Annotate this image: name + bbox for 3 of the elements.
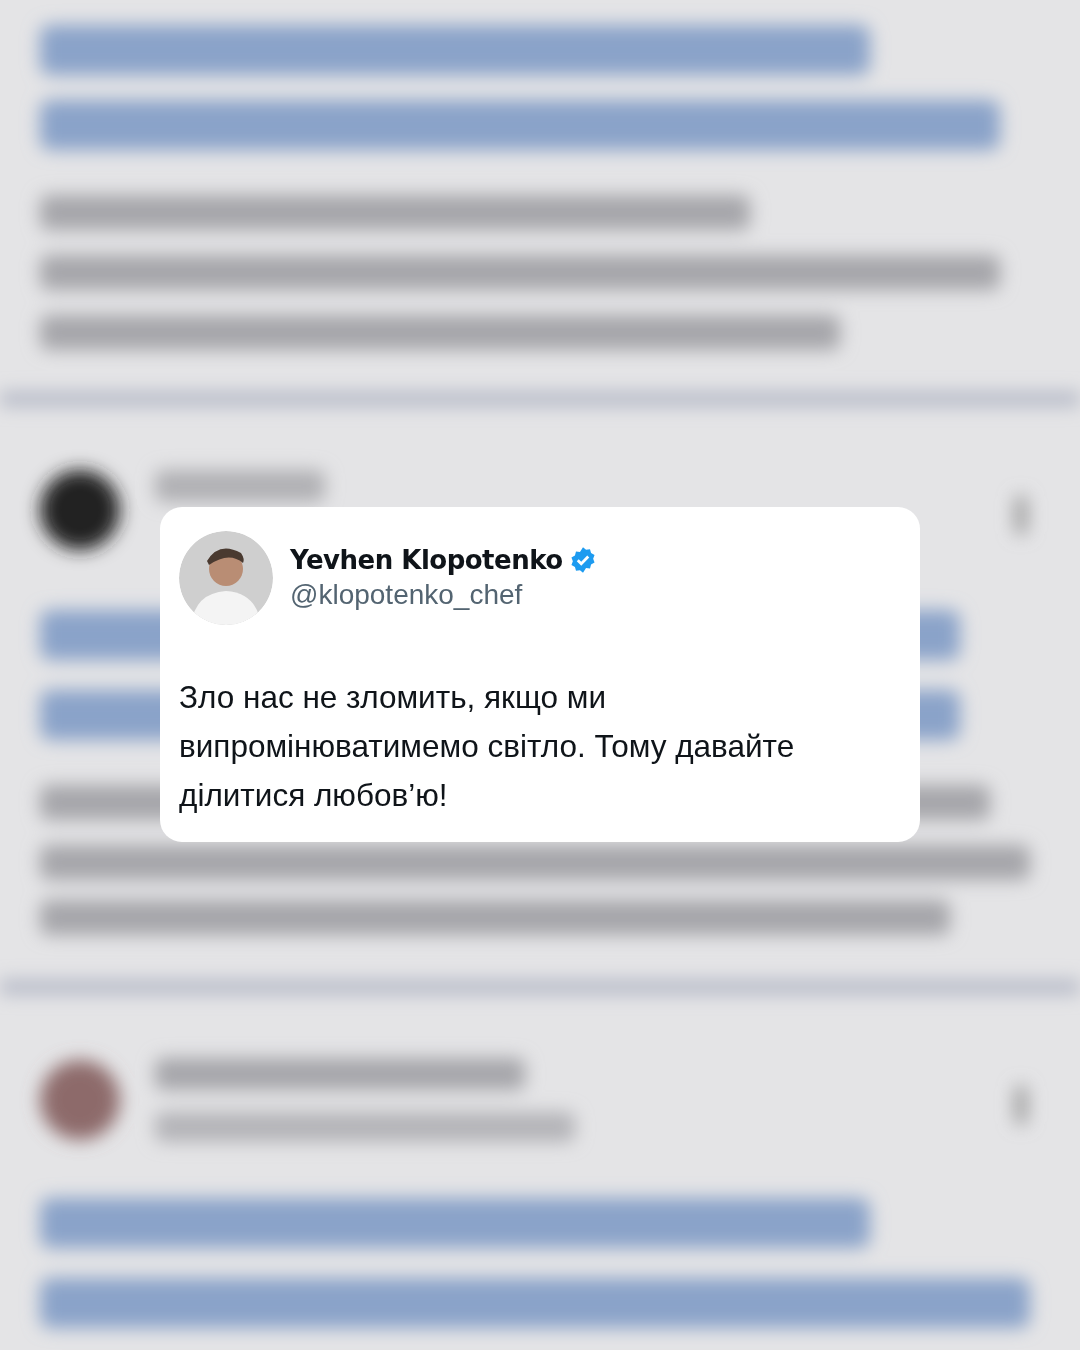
author-handle: @klopotenko_chef bbox=[290, 579, 524, 611]
tweet-text: Зло нас не зломить, якщо ми випромінюватимемо світло. Тому давайте ділитися любов’ю! bbox=[179, 678, 796, 815]
author-name: Yevhen Klopotenko bbox=[290, 545, 563, 575]
